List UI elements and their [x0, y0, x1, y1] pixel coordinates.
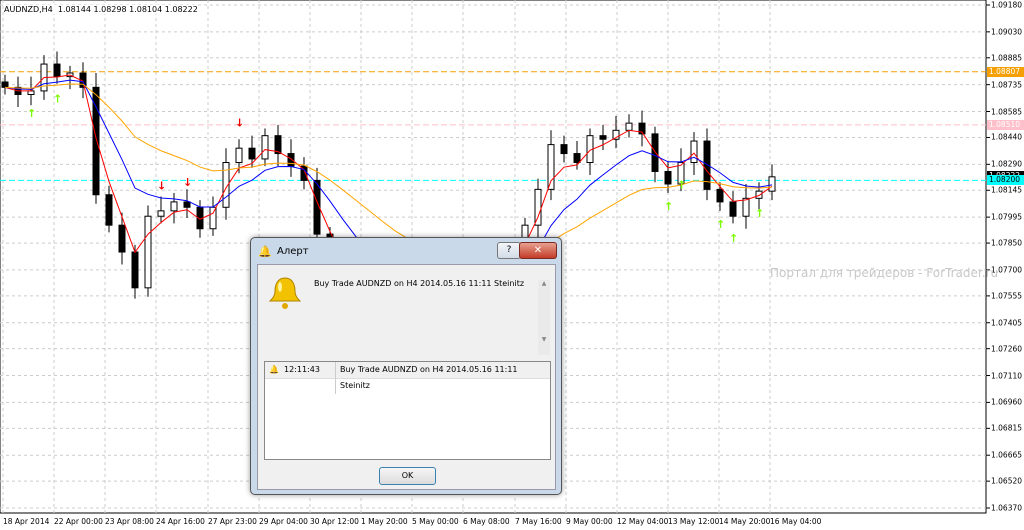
- bear-candle: [105, 194, 113, 226]
- buy-arrow-icon: ↑: [53, 93, 62, 106]
- help-button[interactable]: ?: [497, 242, 521, 259]
- time-tick: 12 May 04:00: [617, 517, 669, 526]
- bull-candle: [157, 210, 165, 217]
- time-tick: 30 Apr 12:00: [310, 517, 359, 526]
- chart-title: AUDNZD,H4 1.08144 1.08298 1.08104 1.0822…: [4, 5, 198, 14]
- bull-candle: [144, 215, 152, 289]
- price-label: 1.08807: [987, 66, 1024, 77]
- price-tick: 1.06520: [991, 476, 1023, 486]
- bull-candle: [547, 144, 555, 190]
- time-tick: 27 Apr 23:00: [208, 517, 257, 526]
- time-tick: 5 May 00:00: [412, 517, 459, 526]
- time-tick: 13 May 12:00: [668, 517, 720, 526]
- close-button[interactable]: ✕: [519, 242, 557, 259]
- bell-icon: 🔔: [269, 365, 279, 374]
- bull-candle: [261, 135, 269, 160]
- price-tick: 1.08885: [991, 53, 1023, 63]
- price-tick: 1.07850: [991, 238, 1023, 248]
- bear-candle: [1, 81, 9, 88]
- time-tick: 1 May 20:00: [361, 517, 408, 526]
- bear-candle: [573, 153, 581, 164]
- bull-candle: [27, 90, 35, 96]
- bull-candle: [768, 176, 776, 192]
- time-tick: 18 Apr 2014: [3, 517, 50, 526]
- bull-candle: [690, 140, 698, 164]
- dialog-title: Алерт: [277, 246, 309, 257]
- sell-arrow-icon: ↓: [157, 179, 166, 192]
- price-tick: 1.06665: [991, 450, 1023, 460]
- price-tick: 1.08735: [991, 80, 1023, 90]
- bear-candle: [118, 224, 126, 253]
- log-row[interactable]: 🔔 12:11:43 Buy Trade AUDNZD on H4 2014.0…: [265, 362, 550, 394]
- bull-candle: [742, 197, 750, 217]
- price-tick: 1.06960: [991, 397, 1023, 407]
- buy-arrow-icon: ↑: [729, 232, 738, 245]
- alert-message: Buy Trade AUDNZD on H4 2014.05.16 11:11 …: [314, 279, 525, 288]
- price-tick: 1.08145: [991, 185, 1023, 195]
- price-tick: 1.09180: [991, 0, 1023, 10]
- alert-log: 🔔 12:11:43 Buy Trade AUDNZD on H4 2014.0…: [264, 361, 551, 460]
- bear-candle: [287, 153, 295, 167]
- bear-candle: [560, 144, 568, 155]
- bull-candle: [170, 201, 178, 212]
- buy-arrow-icon: ↑: [716, 218, 725, 231]
- price-tick: 1.07995: [991, 212, 1023, 222]
- bear-candle: [131, 251, 139, 289]
- log-text: Buy Trade AUDNZD on H4 2014.05.16 11:11 …: [335, 362, 550, 394]
- time-tick: 7 May 16:00: [515, 517, 562, 526]
- bell-icon: [268, 277, 302, 309]
- buy-arrow-icon: ↑: [755, 207, 764, 220]
- message-scrollbar[interactable]: ▲ ▼: [538, 280, 550, 355]
- price-tick: 1.09030: [991, 27, 1023, 37]
- price-tick: 1.08290: [991, 159, 1023, 169]
- bear-candle: [53, 63, 61, 78]
- watermark: Портал для трейдеров - ForTrader.ru: [770, 266, 999, 280]
- price-tick: 1.06370: [991, 503, 1023, 513]
- price-tick: 1.07405: [991, 318, 1023, 328]
- time-tick: 9 May 00:00: [566, 517, 613, 526]
- price-tick: 1.07555: [991, 291, 1023, 301]
- time-tick: 23 Apr 08:00: [105, 517, 154, 526]
- time-tick: 22 Apr 00:00: [54, 517, 103, 526]
- buy-arrow-icon: ↑: [677, 178, 686, 191]
- bear-candle: [729, 201, 737, 217]
- log-time: 12:11:43: [284, 365, 320, 374]
- price-tick: 1.06815: [991, 423, 1023, 433]
- bear-candle: [664, 170, 672, 185]
- bull-candle: [235, 147, 243, 164]
- price-label: 1.08510: [987, 119, 1024, 130]
- sell-arrow-icon: ↓: [183, 176, 192, 189]
- time-tick: 16 May 04:00: [770, 517, 822, 526]
- bell-icon: 🔔: [258, 245, 272, 258]
- ok-button[interactable]: OK: [379, 467, 436, 485]
- sell-arrow-icon: ↓: [235, 117, 244, 130]
- buy-arrow-icon: ↑: [27, 107, 36, 120]
- price-tick: 1.08440: [991, 132, 1023, 142]
- time-tick: 14 May 20:00: [719, 517, 771, 526]
- bear-candle: [183, 201, 191, 208]
- bull-candle: [755, 190, 763, 199]
- price-tick: 1.07260: [991, 344, 1023, 354]
- buy-arrow-icon: ↑: [664, 200, 673, 213]
- bear-candle: [599, 135, 607, 140]
- time-tick: 6 May 08:00: [463, 517, 510, 526]
- bear-candle: [248, 147, 256, 160]
- bull-candle: [625, 122, 633, 131]
- time-tick: 29 Apr 04:00: [259, 517, 308, 526]
- bear-candle: [651, 133, 659, 172]
- time-tick: 24 Apr 16:00: [156, 517, 205, 526]
- alert-dialog: 🔔 Алерт ? ✕ Buy Trade AUDNZD on H4 2014.…: [250, 237, 562, 495]
- price-label: 1.08200: [987, 175, 1024, 186]
- bear-candle: [716, 188, 724, 203]
- price-tick: 1.08585: [991, 107, 1023, 116]
- bull-candle: [209, 206, 217, 230]
- price-tick: 1.07110: [991, 371, 1023, 381]
- bull-candle: [534, 188, 542, 226]
